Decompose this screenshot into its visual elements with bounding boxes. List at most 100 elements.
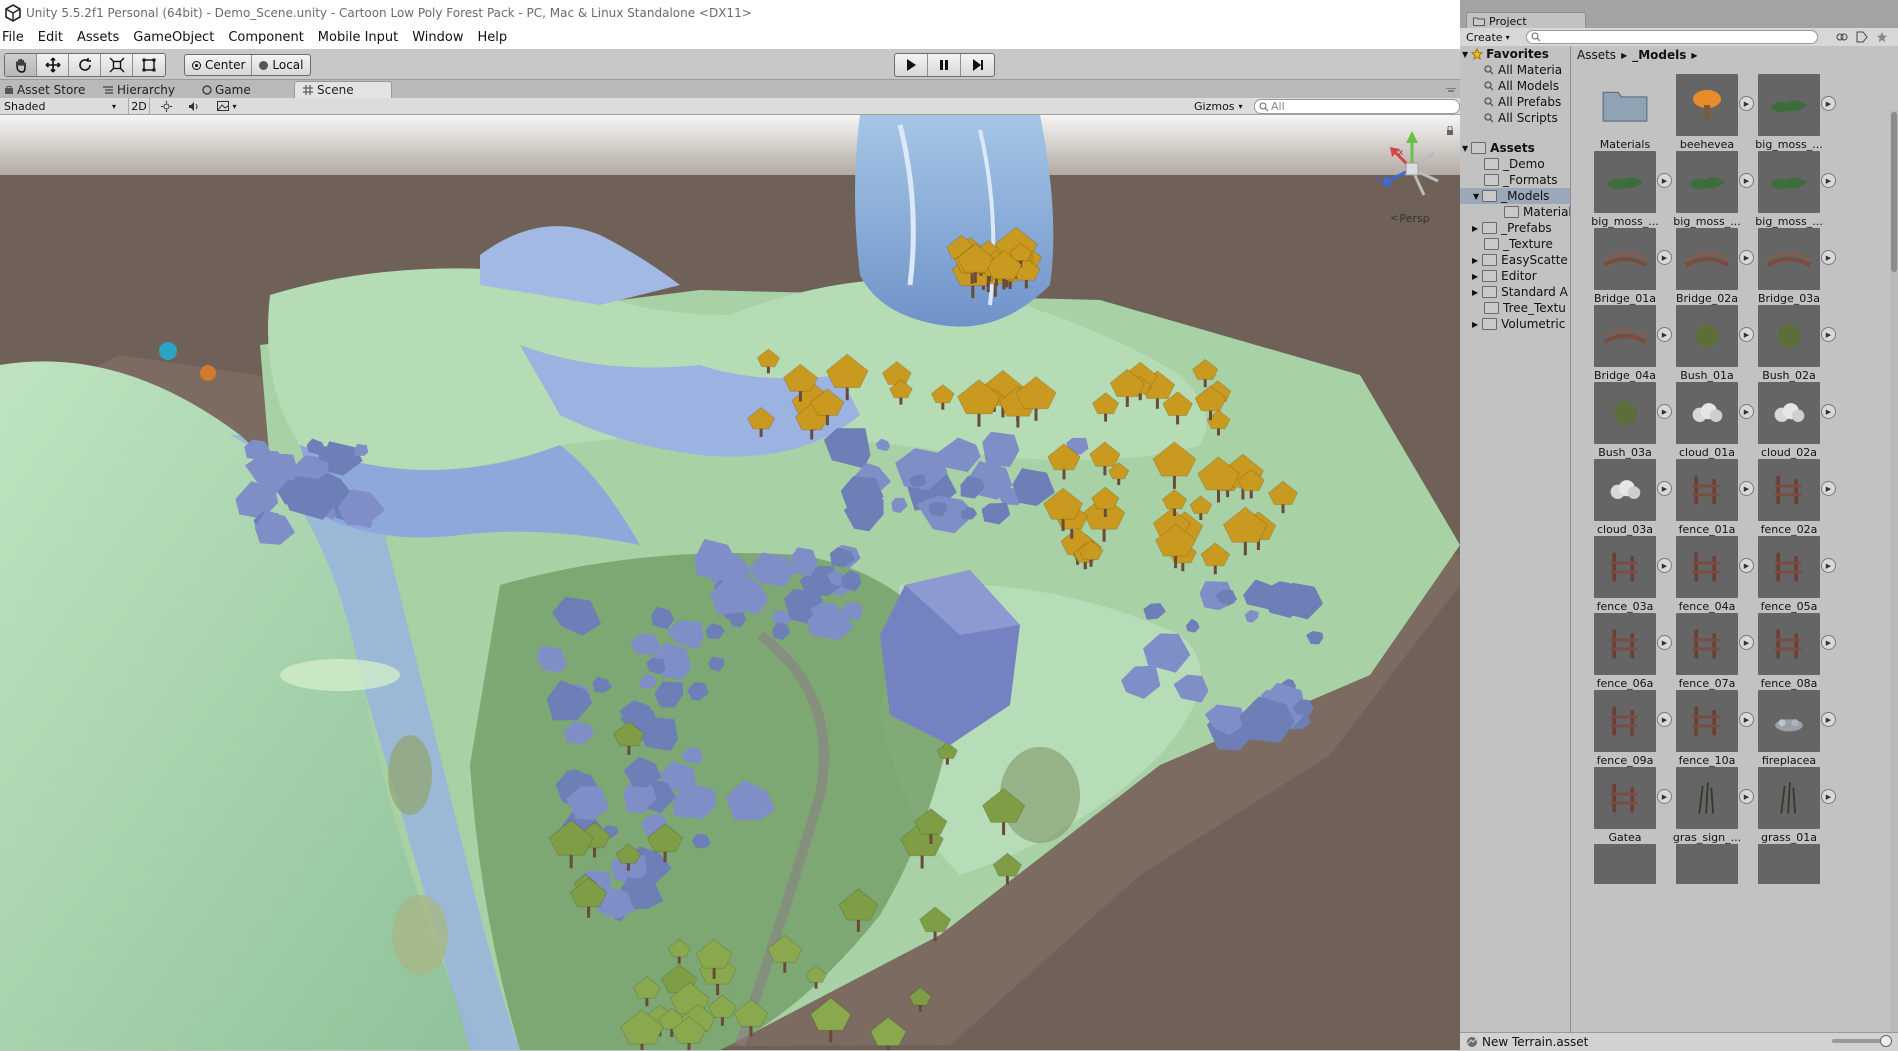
tree-folder[interactable]: Tree_Textu <box>1484 300 1566 316</box>
panel-menu-icon[interactable] <box>1446 88 1456 94</box>
tab-project[interactable]: Project <box>1466 12 1586 29</box>
expand-arrow-icon[interactable]: ▶ <box>1821 789 1836 804</box>
tab-scene[interactable]: Scene <box>294 81 392 98</box>
scene-lighting-toggle[interactable] <box>156 98 176 114</box>
expand-arrow-icon[interactable]: ▶ <box>1821 712 1836 727</box>
pivot-center-button[interactable]: Center <box>185 55 253 75</box>
chevron-right-icon: ▶ <box>1621 50 1628 60</box>
scale-tool-button[interactable] <box>101 54 133 76</box>
saved-search-icon <box>1484 65 1494 75</box>
hand-tool-button[interactable] <box>5 54 37 76</box>
play-button[interactable] <box>895 54 928 76</box>
orientation-gizmo[interactable] <box>1372 129 1452 209</box>
breadcrumb-assets[interactable]: Assets <box>1577 48 1616 62</box>
expand-arrow-icon[interactable]: ▶ <box>1821 404 1836 419</box>
disclosure-closed-icon: ▶ <box>1472 255 1479 265</box>
step-button[interactable] <box>961 54 994 76</box>
tree-folder[interactable]: ▶ Volumetric <box>1472 316 1565 332</box>
tree-folder[interactable]: ▶ Standard A <box>1472 284 1568 300</box>
menu-component[interactable]: Component <box>223 30 312 45</box>
lock-icon[interactable] <box>1446 126 1454 136</box>
asset-item[interactable]: ▶ Gatea <box>1571 759 1672 851</box>
tree-favorite-item[interactable]: All Materia <box>1484 62 1562 78</box>
breadcrumb-models[interactable]: _Models <box>1632 48 1686 62</box>
scene-audio-toggle[interactable] <box>184 98 204 114</box>
tree-folder[interactable]: ▶ _Prefabs <box>1472 220 1552 236</box>
tree-folder[interactable]: ▶ EasyScatte <box>1472 252 1568 268</box>
tree-folder[interactable]: ▶ Editor <box>1472 268 1537 284</box>
saved-search-icon <box>1484 113 1494 123</box>
favorite-star-icon[interactable] <box>1876 31 1888 43</box>
speaker-icon <box>189 101 198 111</box>
scene-viewport[interactable]: x z < Persp <box>0 115 1460 1050</box>
pivot-local-button[interactable]: Local <box>252 55 309 75</box>
menu-file[interactable]: File <box>0 30 33 45</box>
menu-edit[interactable]: Edit <box>33 30 72 45</box>
asset-item-partial[interactable] <box>1594 844 1656 884</box>
project-search-field[interactable] <box>1526 30 1818 44</box>
project-folder-icon <box>1473 17 1485 26</box>
expand-arrow-icon[interactable]: ▶ <box>1821 635 1836 650</box>
menu-help[interactable]: Help <box>473 30 517 45</box>
rect-tool-button[interactable] <box>133 54 165 76</box>
disclosure-closed-icon: ▶ <box>1472 287 1479 297</box>
scene-search-field[interactable]: All <box>1254 99 1460 114</box>
pivot-center-label: Center <box>205 58 246 72</box>
tree-folder[interactable]: _Texture <box>1484 236 1553 252</box>
disclosure-open-icon: ▼ <box>1462 143 1469 153</box>
tree-favorite-item[interactable]: All Scripts <box>1484 110 1558 126</box>
asset-item-partial[interactable] <box>1676 844 1738 884</box>
scene-effects-dropdown[interactable]: ▾ <box>212 98 242 114</box>
menu-gameobject[interactable]: GameObject <box>128 30 223 45</box>
tree-favorite-item[interactable]: All Prefabs <box>1484 94 1561 110</box>
tree-favorites[interactable]: ▼ Favorites <box>1462 46 1549 62</box>
tree-folder-selected[interactable]: ▼ _Models <box>1460 188 1570 204</box>
rotate-tool-button[interactable] <box>69 54 101 76</box>
tree-folder[interactable]: _Formats <box>1484 172 1558 188</box>
menu-mobile-input[interactable]: Mobile Input <box>313 30 407 45</box>
folder-icon <box>1484 174 1499 186</box>
search-by-type-icon[interactable] <box>1836 31 1848 43</box>
model-preview-icon <box>1594 151 1656 213</box>
slider-knob[interactable] <box>1880 1035 1892 1047</box>
mode-2d-toggle[interactable]: 2D <box>128 98 150 114</box>
tree-assets[interactable]: ▼ Assets <box>1462 140 1535 156</box>
tab-project-label: Project <box>1489 14 1527 28</box>
chevron-down-icon: ▾ <box>1238 101 1243 111</box>
asset-item[interactable]: ▶ grass_01a <box>1735 759 1836 851</box>
expand-arrow-icon[interactable]: ▶ <box>1821 481 1836 496</box>
pivot-toggles: Center Local <box>184 54 311 76</box>
tab-asset-store[interactable]: Asset Store <box>4 81 96 98</box>
project-status-bar: New Terrain.asset <box>1460 1032 1898 1051</box>
thumbnail-size-slider[interactable] <box>1832 1035 1892 1047</box>
tab-game[interactable]: Game <box>202 81 294 98</box>
tab-hierarchy[interactable]: Hierarchy <box>102 81 194 98</box>
move-tool-button[interactable] <box>37 54 69 76</box>
gizmos-dropdown[interactable]: Gizmos ▾ <box>1194 98 1246 114</box>
folder-icon <box>1484 158 1499 170</box>
menu-window[interactable]: Window <box>407 30 472 45</box>
pause-button[interactable] <box>928 54 961 76</box>
model-preview-icon <box>1676 228 1738 290</box>
search-by-label-icon[interactable] <box>1856 31 1868 43</box>
folder-icon <box>1504 206 1519 218</box>
model-preview-icon <box>1676 305 1738 367</box>
expand-arrow-icon[interactable]: ▶ <box>1821 558 1836 573</box>
expand-arrow-icon[interactable]: ▶ <box>1821 327 1836 342</box>
menu-assets[interactable]: Assets <box>72 30 128 45</box>
tree-favorite-item[interactable]: All Models <box>1484 78 1559 94</box>
asset-item[interactable]: ▶ gras_sign_... <box>1653 759 1754 851</box>
shading-dropdown[interactable]: Shaded ▾ <box>4 98 116 114</box>
expand-arrow-icon[interactable]: ▶ <box>1821 250 1836 265</box>
expand-arrow-icon[interactable]: ▶ <box>1821 173 1836 188</box>
tree-folder-label: _Texture <box>1503 237 1553 251</box>
expand-arrow-icon[interactable]: ▶ <box>1821 96 1836 111</box>
tree-folder[interactable]: _Demo <box>1484 156 1545 172</box>
create-dropdown[interactable]: Create ▾ <box>1466 30 1510 44</box>
tree-folder[interactable]: Materials <box>1504 204 1570 220</box>
scrollbar-thumb[interactable] <box>1891 112 1897 272</box>
asset-item-partial[interactable] <box>1758 844 1820 884</box>
disclosure-closed-icon: ▶ <box>1472 319 1479 329</box>
projection-toggle[interactable]: < Persp <box>1390 212 1430 225</box>
gizmo-axis-x-label: x <box>1398 148 1404 158</box>
